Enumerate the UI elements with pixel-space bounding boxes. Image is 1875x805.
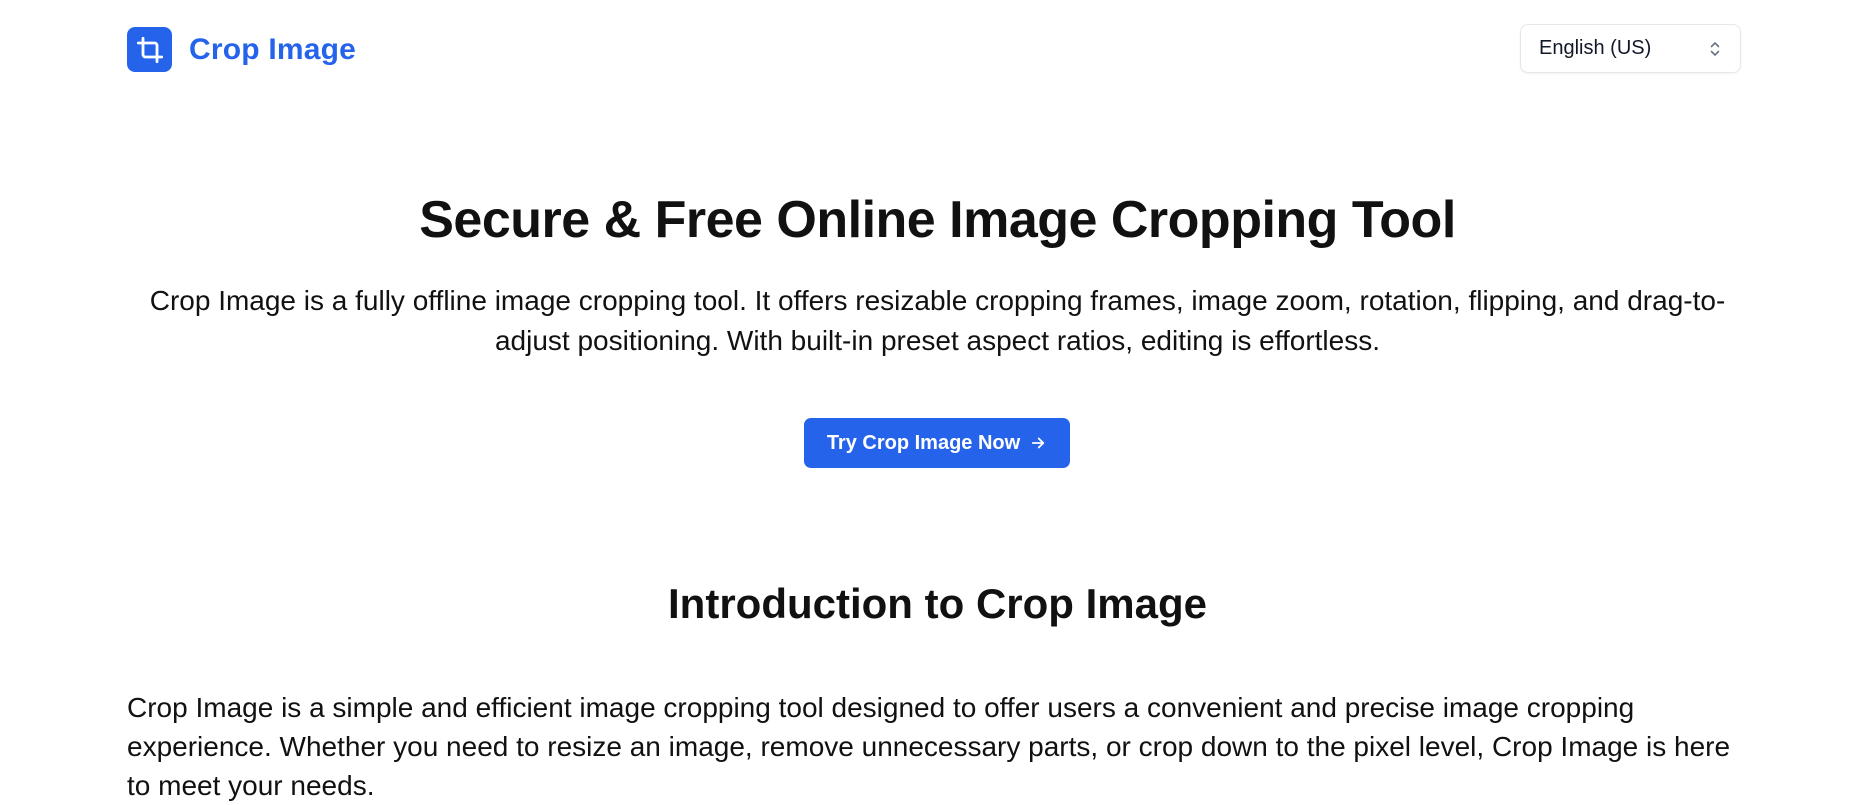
intro-section-title: Introduction to Crop Image (668, 580, 1207, 627)
cta-label: Try Crop Image Now (826, 431, 1021, 454)
try-crop-image-button[interactable]: Try Crop Image Now (804, 418, 1070, 468)
language-select[interactable]: English (US) (1520, 24, 1741, 73)
intro-paragraph: Crop Image is a simple and efficient ima… (127, 692, 1731, 801)
site-header: Crop Image English (US) (0, 0, 1875, 100)
chevron-up-down-icon (1708, 39, 1722, 59)
logo-link[interactable]: Crop Image (127, 27, 356, 72)
hero-title: Secure & Free Online Image Cropping Tool (419, 191, 1456, 249)
crop-icon (127, 27, 172, 72)
arrow-right-icon (1029, 434, 1047, 452)
hero-description: Crop Image is a fully offline image crop… (149, 285, 1726, 356)
logo-text: Crop Image (189, 32, 357, 66)
language-selected-label: English (US) (1539, 37, 1652, 59)
